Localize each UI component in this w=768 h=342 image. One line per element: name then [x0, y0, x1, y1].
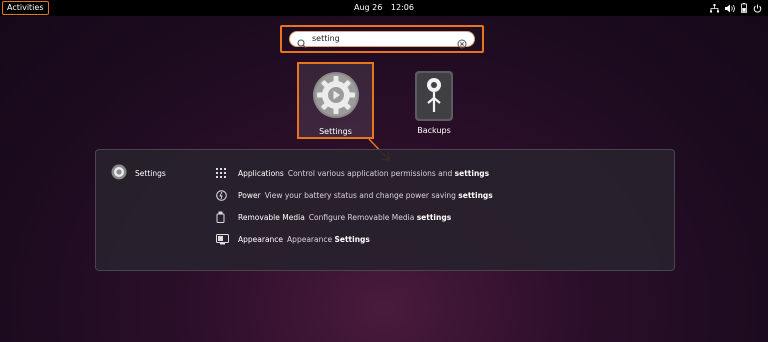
clock-date: Aug 26	[354, 3, 383, 12]
removable-media-icon	[216, 211, 232, 223]
search-icon	[297, 34, 307, 53]
app-label: Settings	[319, 127, 352, 136]
search-highlight	[280, 25, 484, 53]
clock-time: 12:06	[390, 3, 414, 12]
app-label: Backups	[417, 126, 451, 135]
result-item-appearance[interactable]: Appearance Appearance Settings	[216, 226, 493, 252]
clock[interactable]: Aug 26 12:06	[0, 0, 768, 16]
settings-gear-icon	[312, 71, 360, 121]
backups-icon	[415, 71, 453, 123]
app-tile-backups[interactable]: Backups	[400, 66, 468, 138]
result-description: View your battery status and change powe…	[264, 190, 493, 200]
result-title: Power	[238, 190, 261, 200]
result-title: Removable Media	[238, 212, 305, 222]
result-provider-settings[interactable]: Settings	[111, 164, 166, 182]
result-description: Appearance Settings	[287, 234, 370, 244]
top-bar: Activities Aug 26 12:06	[0, 0, 768, 16]
power-icon	[753, 4, 762, 13]
result-title: Appearance	[238, 234, 284, 244]
appearance-icon	[216, 233, 232, 245]
search-input[interactable]	[312, 32, 452, 45]
result-description: Configure Removable Media settings	[308, 212, 452, 222]
battery-icon	[741, 3, 747, 13]
result-description: Control various application permissions …	[287, 168, 490, 178]
power-icon	[216, 189, 232, 201]
app-tile-settings[interactable]: Settings	[297, 62, 374, 139]
search-results-panel: Settings Applications Control various ap…	[95, 149, 675, 271]
result-list: Applications Control various application…	[216, 164, 493, 252]
network-icon	[710, 3, 719, 13]
result-title: Applications	[238, 168, 284, 178]
result-provider-label: Settings	[135, 168, 166, 178]
grid-icon	[216, 168, 232, 178]
volume-icon	[725, 4, 735, 13]
clear-search-icon[interactable]	[457, 34, 467, 53]
search-bar[interactable]	[289, 31, 475, 49]
system-tray[interactable]	[710, 0, 762, 16]
settings-gear-icon	[111, 164, 127, 182]
